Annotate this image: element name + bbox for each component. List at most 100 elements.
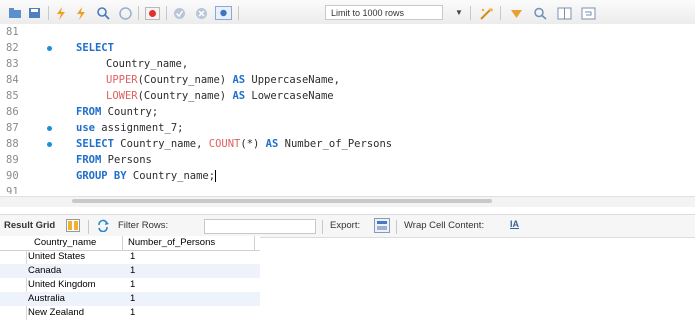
wrap-cell-icon[interactable]: IA xyxy=(510,219,519,229)
statement-marker-icon xyxy=(47,46,52,51)
code-text: Country_name, xyxy=(106,58,189,70)
code-text: Country_name, xyxy=(113,138,209,150)
line-number: 91 xyxy=(6,186,19,194)
table-cell[interactable]: 1 xyxy=(130,264,135,278)
column-header[interactable]: Country_name xyxy=(34,236,96,250)
code-line: 84 UPPER(Country_name) AS UppercaseName, xyxy=(0,72,695,88)
code-text: Country; xyxy=(101,106,159,118)
editor-horizontal-scrollbar[interactable] xyxy=(0,196,695,207)
code-line: 83 Country_name, xyxy=(0,56,695,72)
code-text: UppercaseName, xyxy=(245,74,340,86)
scrollbar-thumb[interactable] xyxy=(72,199,492,203)
table-row[interactable]: United Kingdom 1 xyxy=(0,278,260,292)
lightning-cursor-icon[interactable] xyxy=(74,6,88,20)
result-toolbar: Result Grid Filter Rows: Export: Wrap Ce… xyxy=(0,214,695,238)
line-number: 83 xyxy=(6,58,19,70)
table-cell[interactable]: United Kingdom xyxy=(28,278,96,292)
table-cell[interactable]: New Zealand xyxy=(28,306,84,320)
beautify-icon[interactable] xyxy=(478,6,494,20)
table-cell[interactable]: United States xyxy=(28,250,85,264)
table-row[interactable]: Canada 1 xyxy=(0,264,260,278)
sql-editor[interactable]: 81 82 SELECT 83 Country_name, 84 UPPER(C… xyxy=(0,24,695,194)
function-name: COUNT xyxy=(208,138,241,150)
chevron-down-icon[interactable]: ▼ xyxy=(455,8,463,17)
refresh-icon[interactable] xyxy=(96,219,110,235)
table-cell[interactable]: Canada xyxy=(28,264,61,278)
code-line: 90 GROUP BY Country_name; xyxy=(0,168,695,184)
grid-header-row: Country_name Number_of_Persons xyxy=(0,236,260,251)
text-cursor xyxy=(215,170,217,182)
table-row[interactable]: New Zealand 1 xyxy=(0,306,260,320)
keyword: FROM xyxy=(76,106,102,118)
lightning-icon[interactable] xyxy=(54,6,68,20)
keyword: use xyxy=(76,122,95,134)
wrap-cell-content-label: Wrap Cell Content: xyxy=(404,220,485,231)
result-grid-label[interactable]: Result Grid xyxy=(4,220,55,231)
keyword: AS xyxy=(232,74,246,86)
line-number: 88 xyxy=(6,138,19,150)
code-line: 86 FROM Country; xyxy=(0,104,695,120)
line-number: 81 xyxy=(6,26,19,38)
line-number: 90 xyxy=(6,170,19,182)
code-text: Number_of_Persons xyxy=(278,138,393,150)
statement-marker-icon xyxy=(47,126,52,131)
code-line: 91 xyxy=(0,184,695,194)
check-icon[interactable] xyxy=(172,6,186,20)
code-text: (Country_name) xyxy=(137,74,233,86)
line-number: 86 xyxy=(6,106,19,118)
code-line: 88 SELECT Country_name, COUNT(*) AS Numb… xyxy=(0,136,695,152)
table-row[interactable]: United States 1 xyxy=(0,250,260,264)
code-line: 85 LOWER(Country_name) AS LowercaseName xyxy=(0,88,695,104)
sql-editor-toolbar: Limit to 1000 rows ▼ xyxy=(0,0,695,25)
cancel-icon[interactable] xyxy=(194,6,208,20)
filter-rows-label: Filter Rows: xyxy=(118,220,169,231)
limit-rows-label: Limit to 1000 rows xyxy=(331,8,405,18)
line-number: 87 xyxy=(6,122,19,134)
code-text: Country_name; xyxy=(126,170,216,182)
keyword: SELECT xyxy=(76,42,114,54)
magnifier-icon[interactable] xyxy=(96,6,112,20)
folder-icon[interactable] xyxy=(8,6,22,20)
error-icon[interactable] xyxy=(144,6,160,20)
keyword: AS xyxy=(232,90,246,102)
search-icon[interactable] xyxy=(532,6,548,20)
keyword: AS xyxy=(265,138,279,150)
keyword: GROUP BY xyxy=(76,170,127,182)
code-line: 89 FROM Persons xyxy=(0,152,695,168)
keyword: SELECT xyxy=(76,138,114,150)
function-name: UPPER xyxy=(106,74,138,86)
export-label: Export: xyxy=(330,220,361,231)
code-line: 82 SELECT xyxy=(0,40,695,56)
code-text: (*) xyxy=(240,138,266,150)
stop-icon[interactable] xyxy=(118,6,132,20)
save-icon[interactable] xyxy=(28,6,42,20)
bookmark-icon[interactable] xyxy=(508,6,524,20)
toggle-icon[interactable] xyxy=(214,6,232,20)
table-row[interactable]: Australia 1 xyxy=(0,292,260,306)
code-text: assignment_7; xyxy=(94,122,184,134)
limit-rows-select[interactable]: Limit to 1000 rows xyxy=(325,5,443,20)
columns-icon[interactable] xyxy=(556,6,572,20)
function-name: LOWER xyxy=(106,90,138,102)
code-text: (Country_name) xyxy=(137,90,233,102)
table-cell[interactable]: 1 xyxy=(130,278,135,292)
code-line: 81 xyxy=(0,24,695,40)
statement-marker-icon xyxy=(47,142,52,147)
code-text: LowercaseName xyxy=(245,90,334,102)
line-number: 84 xyxy=(6,74,19,86)
line-number: 82 xyxy=(6,42,19,54)
code-text: Persons xyxy=(101,154,152,166)
line-number: 85 xyxy=(6,90,19,102)
grid-view-icon[interactable] xyxy=(66,219,80,235)
keyword: FROM xyxy=(76,154,102,166)
table-cell[interactable]: Australia xyxy=(28,292,65,306)
table-cell[interactable]: 1 xyxy=(130,306,135,320)
code-line: 87 use assignment_7; xyxy=(0,120,695,136)
filter-rows-input[interactable] xyxy=(204,219,316,234)
export-icon[interactable] xyxy=(374,218,390,236)
column-header[interactable]: Number_of_Persons xyxy=(128,236,215,250)
table-cell[interactable]: 1 xyxy=(130,292,135,306)
wrap-icon[interactable] xyxy=(580,6,596,20)
table-cell[interactable]: 1 xyxy=(130,250,135,264)
line-number: 89 xyxy=(6,154,19,166)
